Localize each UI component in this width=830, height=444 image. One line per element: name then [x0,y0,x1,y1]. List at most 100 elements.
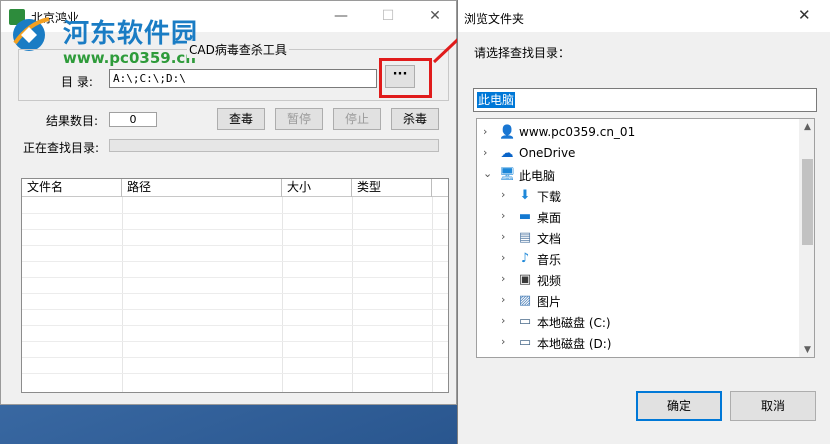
column-header-size[interactable]: 大小 [282,179,352,197]
expanded-chevron-icon[interactable]: ⌄ [483,167,492,180]
column-divider [282,197,283,392]
tree-scrollbar[interactable]: ▲ ▼ [799,119,814,357]
tree-item[interactable]: › ☁ OneDrive [477,143,797,164]
maximize-button[interactable]: ☐ [365,1,411,32]
result-count-value: 0 [109,112,157,127]
cancel-button[interactable]: 取消 [730,391,816,421]
row-divider [22,309,448,310]
column-header-filename[interactable]: 文件名 [22,179,122,197]
desktop-icon: ▬ [518,209,532,224]
row-divider [22,213,448,214]
dialog-close-button[interactable]: ✕ [798,6,811,24]
selected-folder-field[interactable]: 此电脑 [473,88,817,112]
tree-item-label: OneDrive [519,146,576,160]
tree-item[interactable]: › ▨ 图片 [477,290,797,311]
ok-button[interactable]: 确定 [636,391,722,421]
scroll-up-icon[interactable]: ▲ [799,119,814,136]
collapsed-chevron-icon[interactable]: › [501,251,505,264]
row-divider [22,325,448,326]
tree-item[interactable]: › ▭ 本地磁盘 (D:) [477,332,797,353]
selected-folder-text: 此电脑 [477,92,516,108]
table-header: 文件名 路径 大小 类型 [22,179,448,197]
browse-button[interactable]: ··· [385,65,415,88]
tree-item[interactable]: › ▭ 本地磁盘 (C:) [477,311,797,332]
row-divider [22,277,448,278]
folder-tree[interactable]: › ▰ Adobe Acrobat › ▭ 本地磁盘 (D:) › ▭ 本地磁盘 (C:) › ▨ 图… [476,118,815,358]
collapsed-chevron-icon[interactable]: › [501,314,505,327]
tree-item[interactable]: › ⬇ 下载 [477,185,797,206]
tree-item[interactable]: › 👤 www.pc0359.cn_01 [477,122,797,143]
stop-button[interactable]: 停止 [333,108,381,130]
result-count-label: 结果数目: [46,114,99,128]
tree-item-label: 本地磁盘 (C:) [537,316,611,330]
video-icon: ▣ [518,272,532,287]
searching-label: 正在查找目录: [23,141,100,155]
collapsed-chevron-icon[interactable]: › [501,209,505,222]
browse-folder-dialog: 浏览文件夹 ✕ 请选择查找目录： 此电脑 › ▰ Adobe Acrobat › ▭ 本地… [457,0,830,444]
tree-item[interactable]: › ▬ 桌面 [477,206,797,227]
row-divider [22,357,448,358]
dialog-prompt: 请选择查找目录： [474,46,571,60]
tree-item-label: 下载 [537,190,562,204]
tree-item-label: 音乐 [537,253,562,267]
results-table[interactable]: 文件名 路径 大小 类型 [21,178,449,393]
watermark-title: 河东软件园 [63,19,199,49]
search-progress-bar [109,139,439,152]
collapsed-chevron-icon[interactable]: › [483,125,487,138]
collapsed-chevron-icon[interactable]: › [501,188,505,201]
tree-item-label: 此电脑 [519,169,556,183]
tree-item-label: 本地磁盘 (D:) [537,337,612,351]
pause-button[interactable]: 暂停 [275,108,323,130]
scroll-thumb[interactable] [802,159,813,245]
minimize-button[interactable]: — [318,1,364,32]
collapsed-chevron-icon[interactable]: › [483,146,487,159]
drive-c-icon: ▭ [518,314,532,329]
tree-item-label: 文档 [537,232,562,246]
collapsed-chevron-icon[interactable]: › [501,335,505,348]
collapsed-chevron-icon[interactable]: › [501,293,505,306]
watermark-logo-icon [13,17,50,51]
group-title: CAD病毒查杀工具 [187,41,289,58]
picture-icon: ▨ [518,293,532,308]
dialog-title-bar[interactable]: 浏览文件夹 ✕ [458,0,830,32]
tree-item[interactable]: › ▰ Adobe Acrobat [477,353,797,357]
user-icon: 👤 [499,125,516,140]
tree-item[interactable]: › ♪ 音乐 [477,248,797,269]
tree-item-label: Adobe Acrobat [519,356,607,357]
music-icon: ♪ [520,251,530,266]
scan-button[interactable]: 查毒 [217,108,265,130]
row-divider [22,261,448,262]
tree-item-label: 桌面 [537,211,562,225]
dir-label: 目 录: [61,75,93,89]
drive-d-icon: ▭ [518,335,532,350]
collapsed-chevron-icon[interactable]: › [501,230,505,243]
column-divider [432,197,433,392]
column-header-type[interactable]: 类型 [352,179,432,197]
row-divider [22,245,448,246]
kill-button[interactable]: 杀毒 [391,108,439,130]
collapsed-chevron-icon[interactable]: › [501,272,505,285]
column-header-path[interactable]: 路径 [122,179,282,197]
download-icon: ⬇ [519,188,531,203]
row-divider [22,293,448,294]
tree-item-label: 图片 [537,295,562,309]
row-divider [22,373,448,374]
tree-item[interactable]: ⌄ 🖥 此电脑 [477,164,797,185]
column-divider [352,197,353,392]
row-divider [22,229,448,230]
tree-item[interactable]: › ▣ 视频 [477,269,797,290]
scroll-down-icon[interactable]: ▼ [799,342,814,357]
onedrive-icon: ☁ [500,146,514,161]
computer-icon: 🖥 [499,167,516,182]
collapsed-chevron-icon[interactable]: › [483,356,487,357]
tree-item-label: 视频 [537,274,562,288]
virus-scanner-window: 北京鸿业 — ☐ ✕ 河东软件园 www.pc0359.cn CAD病毒查杀工具… [0,0,457,405]
tree-item-label: www.pc0359.cn_01 [519,125,636,139]
column-divider [122,197,123,392]
tree-item[interactable]: › ▤ 文档 [477,227,797,248]
document-icon: ▤ [518,230,532,245]
dialog-title: 浏览文件夹 [464,12,525,26]
folder-icon: ▰ [499,356,515,357]
row-divider [22,341,448,342]
directory-input[interactable]: A:\;C:\;D:\ [109,69,377,88]
